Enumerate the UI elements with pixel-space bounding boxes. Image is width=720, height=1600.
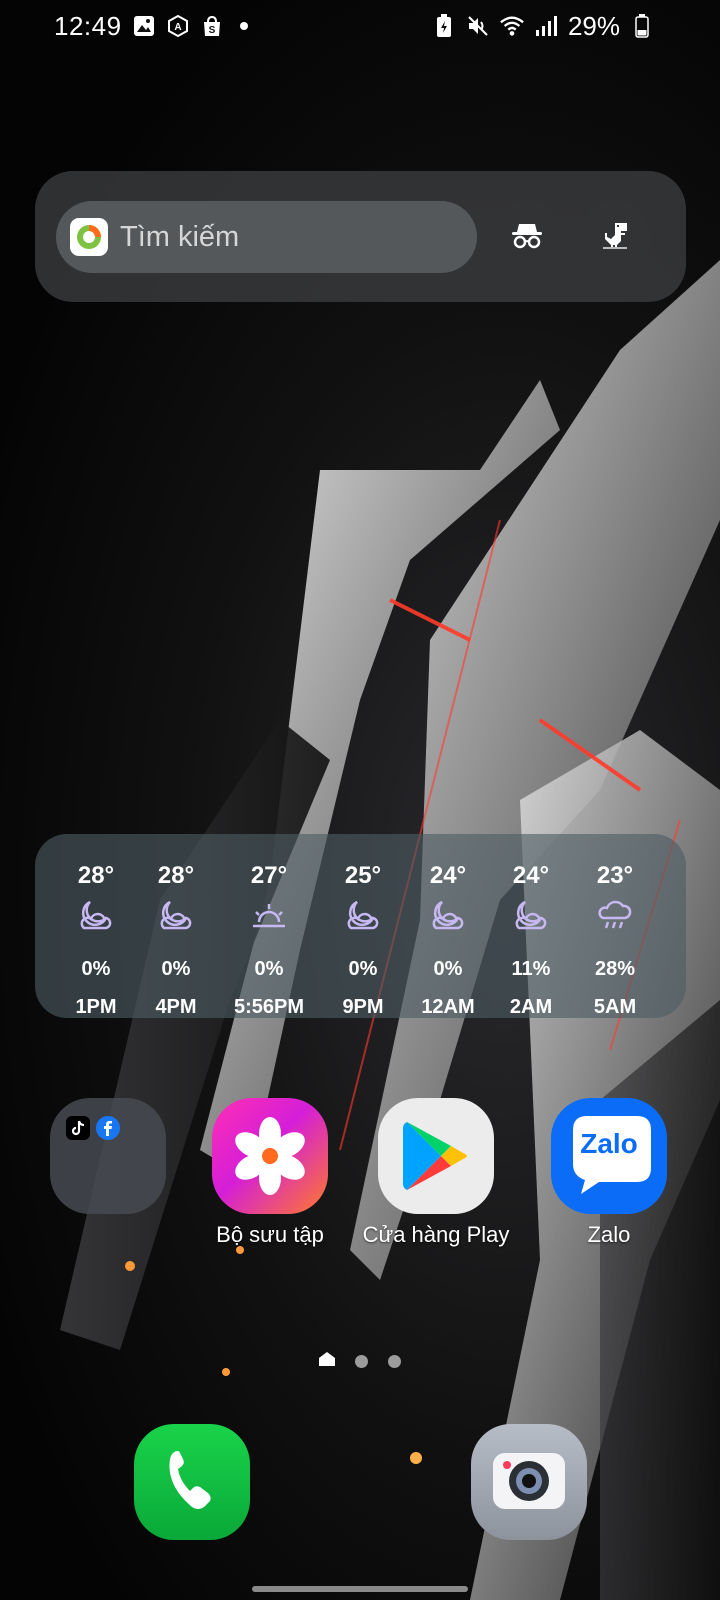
weather-temp: 24° xyxy=(512,862,550,889)
app-label: Bộ sưu tập xyxy=(216,1222,324,1247)
incognito-button[interactable] xyxy=(491,201,563,273)
translate-notification-icon: A xyxy=(166,14,190,38)
weather-temp: 28° xyxy=(157,862,195,889)
app-folder[interactable] xyxy=(33,1098,183,1222)
weather-temp: 24° xyxy=(429,862,467,889)
app-label: Cửa hàng Play xyxy=(362,1222,510,1247)
app-zalo[interactable]: Zalo Zalo xyxy=(534,1098,684,1248)
weather-time: 5AM xyxy=(593,996,637,1018)
status-bar: 12:49 A S 29% xyxy=(0,0,720,52)
zalo-icon: Zalo xyxy=(551,1098,667,1214)
gesture-nav-handle[interactable] xyxy=(252,1586,468,1592)
camera-icon xyxy=(487,1445,571,1520)
shopee-notification-icon: S xyxy=(200,14,224,38)
coccoc-logo-icon xyxy=(70,218,108,256)
weather-hour: 27° 0% 5:56PM xyxy=(224,834,314,1018)
camera-app[interactable] xyxy=(471,1424,587,1540)
weather-temp: 27° xyxy=(250,862,288,889)
moon-cloud-icon xyxy=(486,898,576,934)
signal-icon xyxy=(534,14,558,38)
play-store-icon xyxy=(378,1098,494,1214)
weather-temp: 25° xyxy=(344,862,382,889)
battery-icon xyxy=(630,14,654,38)
app-label: Zalo xyxy=(587,1222,631,1247)
weather-hour: 24° 0% 12AM xyxy=(403,834,493,1018)
app-gallery[interactable]: Bộ sưu tập xyxy=(195,1098,345,1248)
moon-cloud-icon xyxy=(403,898,493,934)
sunset-icon xyxy=(224,898,314,934)
weather-hour: 28° 0% 1PM xyxy=(51,834,141,1018)
gallery-notification-icon xyxy=(132,14,156,38)
status-time: 12:49 xyxy=(54,10,122,41)
tiktok-icon xyxy=(66,1116,90,1145)
weather-precip: 28% xyxy=(594,958,636,980)
weather-hour: 28° 0% 4PM xyxy=(131,834,221,1018)
more-notifications-dot xyxy=(239,22,248,30)
mute-icon xyxy=(466,14,490,38)
gallery-flower-icon xyxy=(212,1098,328,1214)
weather-precip: 0% xyxy=(433,958,463,980)
weather-temp: 28° xyxy=(77,862,115,889)
wifi-icon xyxy=(500,14,524,38)
phone-app[interactable] xyxy=(134,1424,250,1540)
moon-cloud-icon xyxy=(51,898,141,934)
weather-precip: 0% xyxy=(161,958,191,980)
weather-precip: 11% xyxy=(511,958,551,980)
facebook-icon xyxy=(96,1116,120,1145)
search-bar[interactable]: Tìm kiếm xyxy=(56,201,477,273)
weather-precip: 0% xyxy=(81,958,111,980)
incognito-icon xyxy=(510,220,544,255)
search-widget: Tìm kiếm xyxy=(35,171,686,302)
search-placeholder: Tìm kiếm xyxy=(120,220,240,253)
dino-icon xyxy=(599,219,631,256)
page-dot[interactable] xyxy=(355,1355,368,1368)
home-page-icon[interactable] xyxy=(319,1352,335,1371)
moon-cloud-icon xyxy=(131,898,221,934)
dino-game-button[interactable] xyxy=(579,201,651,273)
page-indicator xyxy=(0,1352,720,1371)
weather-hour: 23° 28% 5AM xyxy=(570,834,660,1018)
svg-text:S: S xyxy=(208,25,215,36)
svg-text:A: A xyxy=(174,22,181,33)
phone-icon xyxy=(162,1445,222,1520)
weather-hour: 24° 11% 2AM xyxy=(486,834,576,1018)
battery-saver-icon xyxy=(432,14,456,38)
zalo-logo-text: Zalo xyxy=(580,1128,638,1159)
folder-icon xyxy=(50,1098,166,1214)
rain-cloud-icon xyxy=(570,898,660,934)
battery-percent: 29% xyxy=(567,10,620,41)
weather-precip: 0% xyxy=(348,958,378,980)
page-dot[interactable] xyxy=(388,1355,401,1368)
moon-cloud-icon xyxy=(318,898,408,934)
weather-widget[interactable]: 28° 0% 1PM 28° 0% 4PM 27° 0% 5:56PM 25° … xyxy=(35,834,686,1018)
app-play-store[interactable]: Cửa hàng Play xyxy=(361,1098,511,1248)
weather-hour: 25° 0% 9PM xyxy=(318,834,408,1018)
weather-temp: 23° xyxy=(596,862,634,889)
weather-precip: 0% xyxy=(254,958,284,980)
